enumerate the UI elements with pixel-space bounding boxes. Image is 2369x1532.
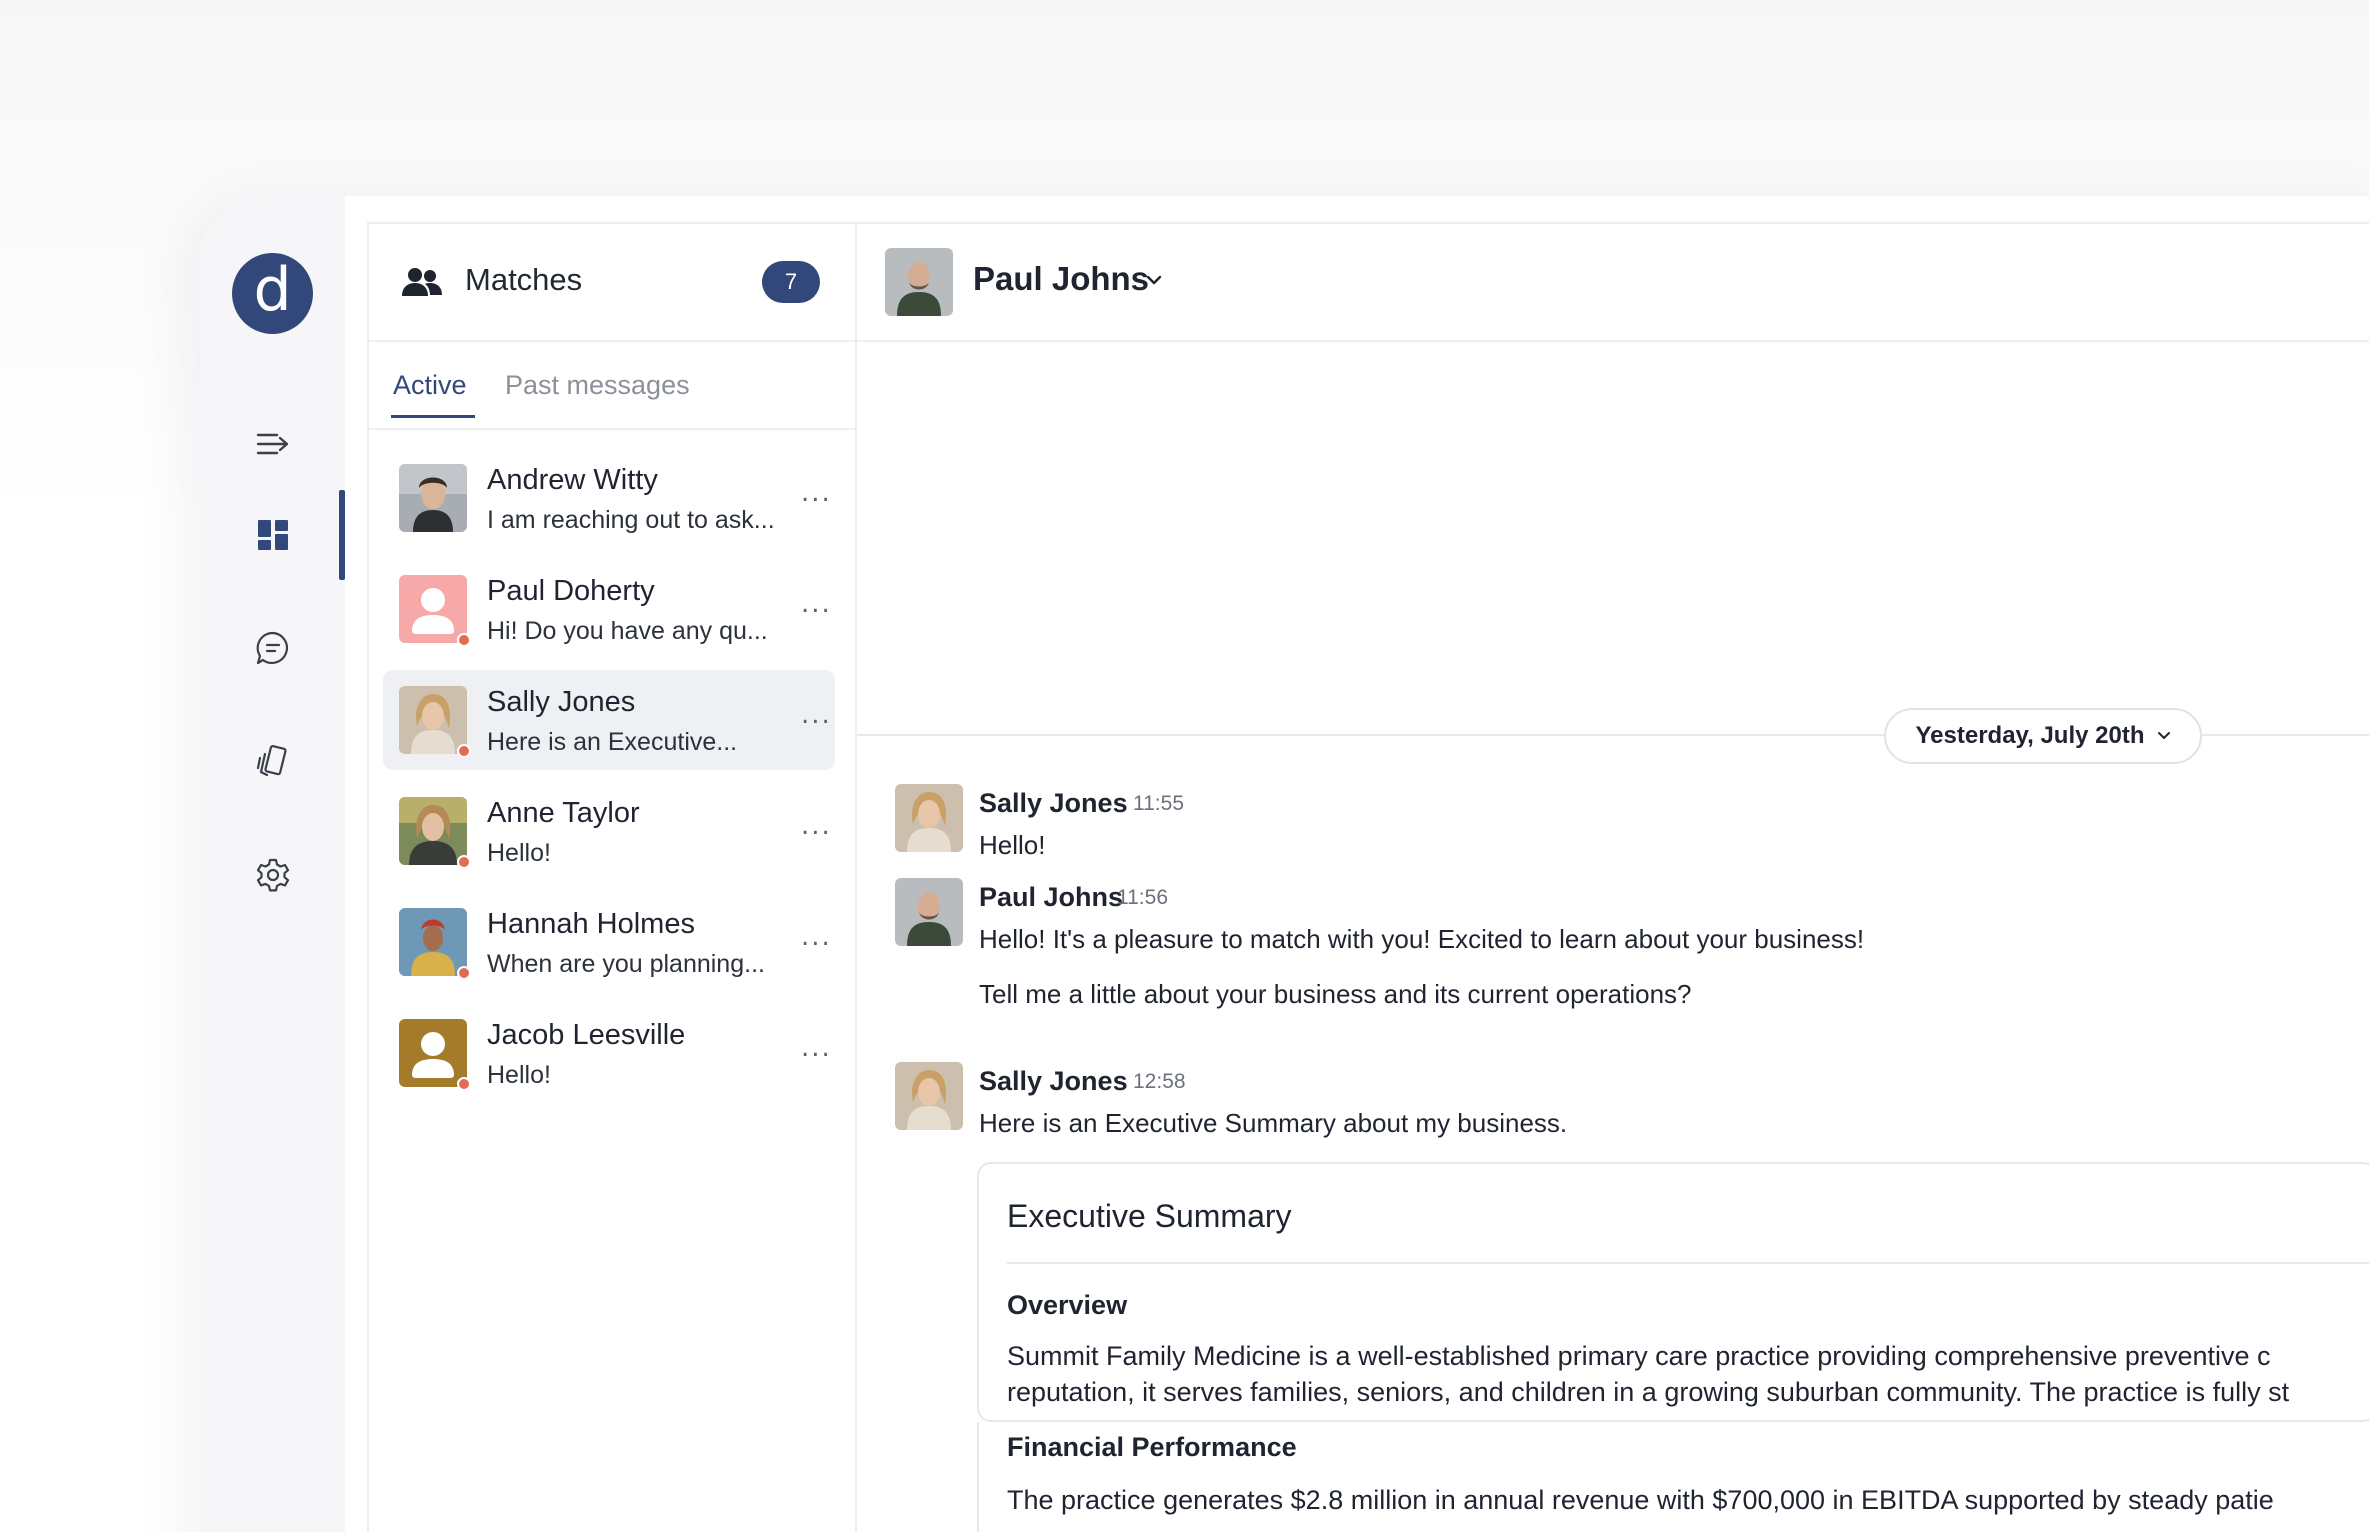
online-status-dot xyxy=(457,1077,471,1091)
conversation-item-jacob-leesville[interactable]: Jacob Leesville Hello! ... xyxy=(383,1003,835,1103)
conversation-preview: Here is an Executive... xyxy=(487,728,738,756)
conversation-item-hannah-holmes[interactable]: Hannah Holmes When are you planning... .… xyxy=(383,892,835,992)
message-text: Hello! It's a pleasure to match with you… xyxy=(979,924,1865,954)
matches-title: Matches xyxy=(465,262,583,297)
documents-icon xyxy=(256,745,287,777)
more-options-button[interactable]: ... xyxy=(801,1033,832,1063)
conversation-name: Andrew Witty xyxy=(487,464,658,496)
matches-count-badge: 7 xyxy=(762,261,820,303)
date-divider-pill[interactable]: Yesterday, July 20th xyxy=(1884,708,2202,764)
document-divider xyxy=(1007,1262,2369,1264)
more-options-button[interactable]: ... xyxy=(801,922,832,952)
message-text: Hello! xyxy=(979,830,1046,860)
avatar xyxy=(399,908,467,976)
settings-gear-icon xyxy=(256,858,290,892)
conversation-name: Hannah Holmes xyxy=(487,908,695,940)
conversation-name: Paul Doherty xyxy=(487,575,655,607)
conversation-preview: Hello! xyxy=(487,1061,551,1089)
contact-avatar[interactable] xyxy=(885,248,953,316)
executive-summary-card-continued: Financial Performance The practice gener… xyxy=(977,1422,2369,1532)
app-window: d Matches 7 Active Past messages Andrew … xyxy=(201,196,2369,1532)
document-paragraph: Summit Family Medicine is a well-establi… xyxy=(1007,1341,2271,1371)
conversation-preview: Hi! Do you have any qu... xyxy=(487,617,768,645)
conversation-preview: Hello! xyxy=(487,839,551,867)
online-status-dot xyxy=(457,966,471,980)
document-paragraph: The practice generates $2.8 million in a… xyxy=(1007,1485,2274,1515)
settings-nav-button[interactable] xyxy=(237,839,309,911)
collapse-menu-icon xyxy=(256,433,289,455)
conversation-name: Sally Jones xyxy=(487,686,636,718)
active-nav-indicator xyxy=(339,490,345,580)
executive-summary-card[interactable]: Executive Summary Overview Summit Family… xyxy=(977,1162,2369,1422)
tab-past-messages[interactable]: Past messages xyxy=(505,370,690,415)
avatar xyxy=(895,878,963,946)
online-status-dot xyxy=(457,744,471,758)
matches-panel: Matches 7 Active Past messages Andrew Wi… xyxy=(367,222,857,1532)
conversation-item-sally-jones[interactable]: Sally Jones Here is an Executive... ... xyxy=(383,670,835,770)
chevron-down-icon[interactable] xyxy=(1145,274,1163,286)
dashboard-nav-button[interactable] xyxy=(237,499,309,571)
conversation-preview: I am reaching out to ask... xyxy=(487,506,775,534)
avatar xyxy=(895,1062,963,1130)
message-author: Paul Johns xyxy=(979,882,1124,912)
message-text: Tell me a little about your business and… xyxy=(979,979,1692,1009)
chevron-down-icon xyxy=(2157,732,2170,739)
avatar xyxy=(399,797,467,865)
chat-nav-button[interactable] xyxy=(237,612,309,684)
more-options-button[interactable]: ... xyxy=(801,478,832,508)
more-options-button[interactable]: ... xyxy=(801,589,832,619)
conversation-item-paul-doherty[interactable]: Paul Doherty Hi! Do you have any qu... .… xyxy=(383,559,835,659)
message-time: 11:55 xyxy=(1133,792,1184,815)
online-status-dot xyxy=(457,633,471,647)
message-text: Here is an Executive Summary about my bu… xyxy=(979,1108,1568,1138)
more-options-button[interactable]: ... xyxy=(801,811,832,841)
collapse-menu-button[interactable] xyxy=(237,408,309,480)
people-icon xyxy=(402,268,442,296)
app-logo[interactable]: d xyxy=(232,253,313,334)
nav-rail: d xyxy=(201,196,345,1532)
conversation-item-andrew-witty[interactable]: Andrew Witty I am reaching out to ask...… xyxy=(383,448,835,548)
conversation-name: Anne Taylor xyxy=(487,797,640,829)
document-section-heading: Overview xyxy=(1007,1290,1128,1320)
message-time: 11:56 xyxy=(1117,886,1168,909)
chat-header: Paul Johns xyxy=(857,224,2369,342)
more-options-button[interactable]: ... xyxy=(801,700,832,730)
avatar-placeholder xyxy=(399,575,467,643)
avatar xyxy=(895,784,963,852)
message-author: Sally Jones xyxy=(979,1066,1128,1096)
avatar xyxy=(399,464,467,532)
tab-active[interactable]: Active xyxy=(391,370,475,418)
date-divider-label: Yesterday, July 20th xyxy=(1915,722,2145,749)
contact-name[interactable]: Paul Johns xyxy=(973,260,1149,298)
conversation-name: Jacob Leesville xyxy=(487,1019,686,1051)
logo-letter: d xyxy=(253,254,292,325)
message-author: Sally Jones xyxy=(979,788,1128,818)
avatar xyxy=(399,686,467,754)
documents-nav-button[interactable] xyxy=(237,726,309,798)
document-section-heading: Financial Performance xyxy=(1007,1432,1297,1462)
conversation-preview: When are you planning... xyxy=(487,950,765,978)
avatar-placeholder xyxy=(399,1019,467,1087)
document-title: Executive Summary xyxy=(1007,1198,1292,1234)
dashboard-icon xyxy=(258,520,288,550)
matches-header: Matches 7 xyxy=(369,224,855,342)
matches-tabs: Active Past messages xyxy=(369,342,855,430)
document-paragraph: reputation, it serves families, seniors,… xyxy=(1007,1377,2290,1407)
chat-icon xyxy=(256,631,289,665)
message-time: 12:58 xyxy=(1133,1070,1186,1093)
conversation-item-anne-taylor[interactable]: Anne Taylor Hello! ... xyxy=(383,781,835,881)
online-status-dot xyxy=(457,855,471,869)
